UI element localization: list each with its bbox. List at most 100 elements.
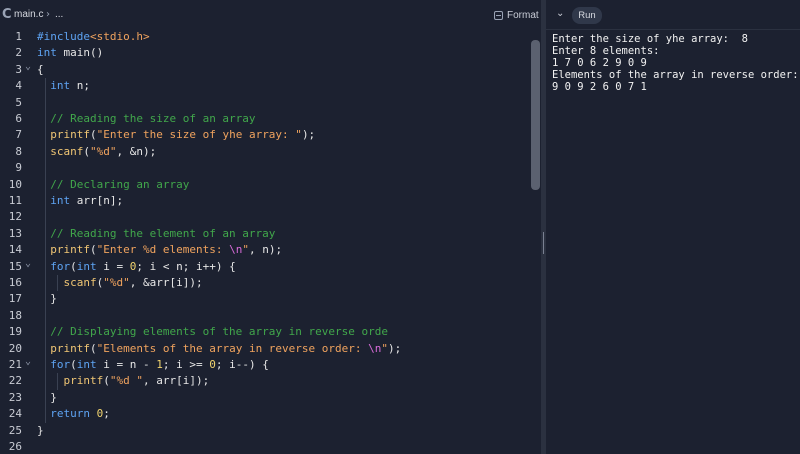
code-line[interactable]: 13 // Reading the element of an array xyxy=(0,226,530,242)
code-token: int xyxy=(50,79,71,93)
line-number: 8 xyxy=(15,144,22,158)
code-token: int xyxy=(37,46,57,60)
code-token: printf xyxy=(50,128,90,142)
code-line[interactable]: 9 xyxy=(0,160,530,176)
indent-guide xyxy=(57,373,58,390)
code-line[interactable]: 18 xyxy=(0,308,530,324)
format-button[interactable]: Format xyxy=(494,8,539,23)
code-line[interactable]: 4 int n; xyxy=(0,78,530,94)
line-number: 25 xyxy=(8,423,22,437)
code-line[interactable]: 5 xyxy=(0,95,530,111)
code-line[interactable]: 1 #include<stdio.h> xyxy=(0,29,530,45)
code-token: ( xyxy=(90,243,97,257)
chevron-down-icon[interactable]: ⌄ xyxy=(556,9,566,19)
code-token: // Reading the element of an array xyxy=(50,226,276,240)
code-line[interactable]: 24 return 0; xyxy=(0,406,530,422)
line-number: 3 xyxy=(15,62,22,76)
pane-resize-handle[interactable] xyxy=(543,232,544,254)
code-token: // Reading the size of an array xyxy=(50,112,256,125)
code-text: printf("Enter the size of yhe array: "); xyxy=(37,127,315,143)
code-line[interactable]: 6 // Reading the size of an array xyxy=(0,111,530,127)
fold-chevron-icon[interactable]: ⌄ xyxy=(25,59,31,75)
code-line[interactable]: 8 scanf("%d", &n); xyxy=(0,144,530,160)
code-token: , &arr[i]); xyxy=(129,276,203,289)
code-text: #include<stdio.h> xyxy=(37,29,150,45)
code-text: } xyxy=(37,423,44,439)
code-token: // Displaying elements of the array in r… xyxy=(50,325,389,339)
code-editor-pane[interactable]: C main.c › ... Format 1 #include<stdio.h>… xyxy=(0,0,541,454)
code-line[interactable]: 21 ⌄ for(int i = n - 1; i >= 0; i--) { xyxy=(0,354,530,373)
line-number: 1 xyxy=(15,30,22,43)
indent-guide xyxy=(45,78,46,423)
run-button[interactable]: Run xyxy=(572,7,602,24)
code-token: { xyxy=(37,62,44,76)
code-token: ( xyxy=(70,358,77,371)
line-number: 21 xyxy=(8,358,22,371)
line-number: 7 xyxy=(15,128,22,142)
code-token: ( xyxy=(90,341,97,355)
editor-scrollbar-thumb[interactable] xyxy=(531,40,540,190)
line-number: 22 xyxy=(8,374,22,388)
code-line[interactable]: 11 int arr[n]; xyxy=(0,193,530,209)
code-line[interactable]: 10 // Declaring an array xyxy=(0,177,530,193)
code-line[interactable]: 15 ⌄ for(int i = 0; i < n; i++) { xyxy=(0,256,530,275)
line-number: 18 xyxy=(8,308,22,322)
fold-chevron-icon[interactable]: ⌄ xyxy=(25,256,31,272)
line-number: 17 xyxy=(8,292,22,306)
code-text: // Declaring an array xyxy=(37,177,189,193)
code-token: printf xyxy=(63,374,104,388)
code-text: for(int i = 0; i < n; i++) { xyxy=(37,259,235,275)
code-text: scanf("%d", &arr[i]); xyxy=(37,275,203,291)
code-line[interactable]: 26 xyxy=(0,439,530,454)
line-number: 5 xyxy=(15,95,22,109)
code-token: return xyxy=(50,407,90,421)
code-area[interactable]: 1 #include<stdio.h> 2 int main() 3 ⌄{4 int n;… xyxy=(0,28,530,454)
code-token: printf xyxy=(50,341,90,355)
code-text: } xyxy=(37,291,57,307)
code-token: ); xyxy=(301,128,316,142)
code-token: scanf xyxy=(50,144,84,158)
code-line[interactable]: 25} xyxy=(0,423,530,439)
line-number: 24 xyxy=(8,407,22,421)
code-line[interactable]: 19 // Displaying elements of the array i… xyxy=(0,324,530,340)
code-line[interactable]: 2 int main() xyxy=(0,45,530,61)
line-number: 23 xyxy=(8,390,22,404)
c-language-icon: C xyxy=(2,7,12,22)
format-icon xyxy=(494,11,503,20)
code-line[interactable]: 12 xyxy=(0,209,530,225)
code-token: scanf xyxy=(63,276,97,289)
code-line[interactable]: 20 printf("Elements of the array in reve… xyxy=(0,341,530,357)
code-token: ; i >= xyxy=(162,358,210,371)
code-line[interactable]: 14 printf("Enter %d elements: \n", n); xyxy=(0,242,530,258)
fold-chevron-icon[interactable]: ⌄ xyxy=(25,354,31,370)
code-line[interactable]: 23 } xyxy=(0,390,530,406)
code-token: } xyxy=(37,423,44,437)
code-token: , arr[i]); xyxy=(143,374,210,388)
line-number: 4 xyxy=(15,79,22,93)
code-line[interactable]: 17 } xyxy=(0,291,530,307)
code-line[interactable]: 7 printf("Enter the size of yhe array: "… xyxy=(0,127,530,143)
code-line[interactable]: 22 printf("%d ", arr[i]); xyxy=(0,373,530,389)
console-header: ⌄ Run xyxy=(546,0,800,30)
code-token: #include xyxy=(37,30,90,43)
line-number: 14 xyxy=(8,243,22,257)
breadcrumb-file-name[interactable]: main.c xyxy=(14,8,43,22)
breadcrumb-more[interactable]: ... xyxy=(55,8,63,22)
code-token: \n xyxy=(229,243,243,257)
console-pane: ⌄ Run Enter the size of yhe array: 8 Ent… xyxy=(546,0,800,454)
code-line[interactable]: 3 ⌄ { xyxy=(0,59,530,78)
code-line[interactable]: 16 scanf("%d", &arr[i]); xyxy=(0,275,530,291)
code-token: for xyxy=(50,259,71,273)
code-token: "Enter the size of yhe array: " xyxy=(96,128,302,142)
